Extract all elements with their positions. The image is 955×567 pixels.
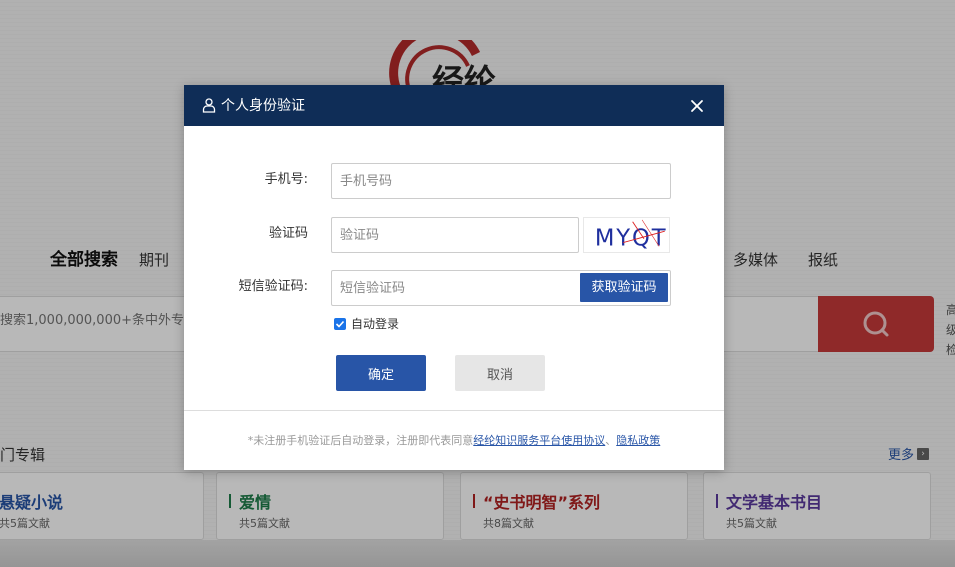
privacy-policy-link[interactable]: 隐私政策 [616, 434, 660, 447]
captcha-label: 验证码 [268, 226, 308, 241]
auto-login-option[interactable]: 自动登录 [334, 316, 399, 332]
cancel-button[interactable]: 取消 [455, 355, 545, 391]
dialog-divider [184, 410, 724, 411]
sms-code-label: 短信验证码: [238, 279, 308, 294]
terms-notice: *未注册手机验证后自动登录，注册即代表同意经纶知识服务平台使用协议、隐私政策 [184, 433, 724, 449]
auto-login-checkbox[interactable] [334, 318, 346, 330]
auto-login-label: 自动登录 [351, 317, 400, 331]
terms-separator: 、 [605, 434, 617, 447]
svg-text:MYQT: MYQT [595, 225, 668, 251]
terms-notice-text: *未注册手机验证后自动登录，注册即代表同意 [247, 434, 474, 447]
phone-label: 手机号: [264, 172, 308, 187]
terms-of-use-link[interactable]: 经纶知识服务平台使用协议 [473, 434, 605, 447]
user-icon [202, 98, 216, 113]
identity-verification-dialog: 个人身份验证 手机号: 验证码 MYQT 短信验证码: 获取验证码 自动登录 确… [184, 85, 724, 470]
captcha-image[interactable]: MYQT [583, 217, 670, 253]
get-sms-code-button[interactable]: 获取验证码 [580, 273, 668, 302]
phone-input[interactable] [331, 163, 671, 199]
captcha-input[interactable] [331, 217, 579, 253]
confirm-button[interactable]: 确定 [336, 355, 426, 391]
checkmark-icon [335, 320, 345, 328]
close-icon[interactable] [690, 99, 704, 113]
dialog-title: 个人身份验证 [221, 98, 305, 114]
dialog-header: 个人身份验证 [184, 85, 724, 126]
